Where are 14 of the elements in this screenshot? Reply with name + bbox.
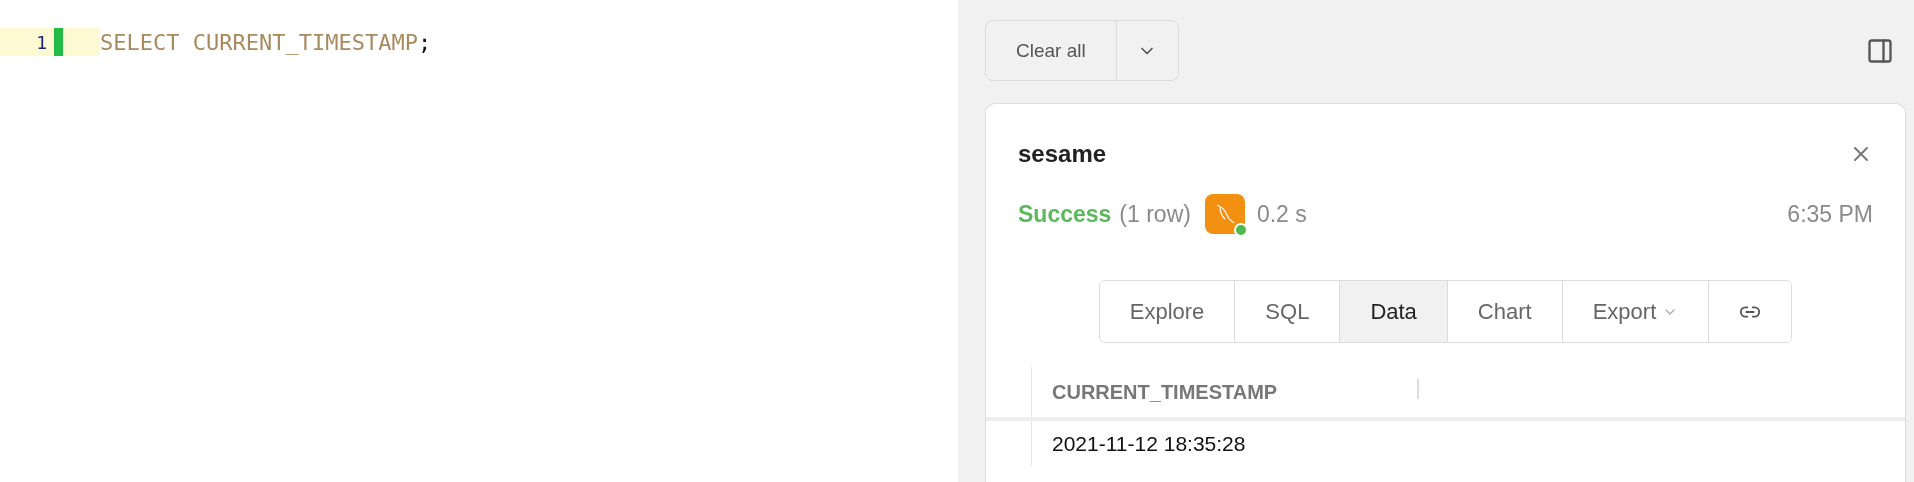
duration-text: 0.2 s: [1256, 200, 1307, 228]
column-header[interactable]: CURRENT_TIMESTAMP: [1032, 367, 1417, 417]
tab[interactable]: Data: [1339, 281, 1447, 342]
sql-keyword: SELECT CURRENT_TIMESTAMP: [100, 29, 418, 55]
connection-title: sesame: [1018, 140, 1107, 168]
status-text: Success: [1018, 200, 1112, 228]
panel-toggle-icon[interactable]: [1866, 36, 1894, 65]
semicolon: ;: [417, 29, 432, 55]
line-number: 1: [35, 31, 47, 53]
time-text: 6:35 PM: [1787, 200, 1873, 228]
table-cell-text: 2021-11-12 18:35:28: [1051, 430, 1246, 457]
row-count: (1 row): [1119, 200, 1191, 228]
cursor-marker: [54, 28, 63, 56]
database-icon: [1204, 194, 1245, 234]
